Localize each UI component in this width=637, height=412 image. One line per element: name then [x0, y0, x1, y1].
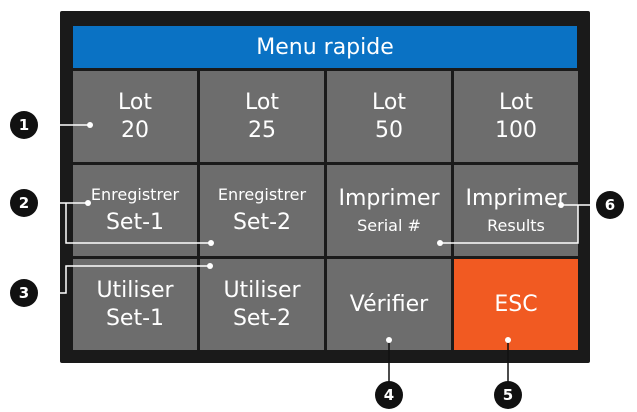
callout-dot-6b	[437, 240, 443, 246]
callout-dot-1	[87, 122, 93, 128]
callout-dot-6	[558, 202, 564, 208]
callout-1-badge: 1	[10, 111, 38, 139]
callout-dot-2	[85, 200, 91, 206]
leader-line-3	[38, 265, 210, 294]
callout-3-badge: 3	[10, 279, 38, 307]
callout-4-badge: 4	[375, 381, 403, 409]
callout-5-badge: 5	[494, 381, 522, 409]
leader-line-2	[65, 203, 211, 244]
callout-dot-5	[505, 337, 511, 343]
leader-line-6	[440, 205, 579, 244]
callout-dot-2b	[208, 240, 214, 246]
callout-6-badge: 6	[596, 191, 624, 219]
callout-2-badge: 2	[10, 189, 38, 217]
callout-dot-4	[386, 337, 392, 343]
callout-leader-lines	[38, 122, 598, 384]
callout-dot-3	[207, 263, 213, 269]
